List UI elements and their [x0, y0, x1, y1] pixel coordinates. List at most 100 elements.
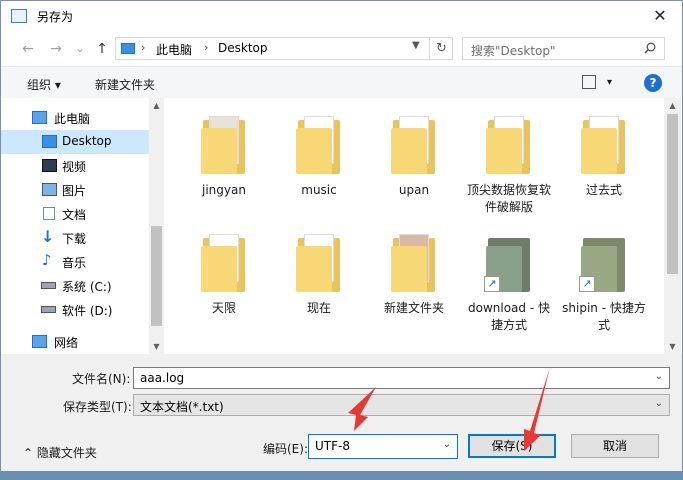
file-name: 过去式 — [585, 183, 622, 197]
up-button[interactable]: ↑ — [93, 40, 111, 58]
shortcut-icon: ↗ — [484, 232, 534, 292]
organize-button[interactable]: 组织 ▾ — [27, 76, 61, 93]
sidebar-item-drive-c[interactable]: 系统 (C:) — [1, 274, 149, 298]
folder-item[interactable]: jingyan — [179, 114, 269, 199]
shortcut-item[interactable]: ↗ shipin - 快捷方式 — [559, 232, 649, 334]
document-icon — [43, 207, 55, 220]
sidebar-item-label: 网络 — [54, 336, 79, 350]
sidebar-item-label: 视频 — [62, 160, 87, 174]
chevron-down-icon[interactable]: ▼ — [412, 40, 420, 51]
address-bar[interactable]: › 此电脑 › Desktop ▼ ↻ — [115, 37, 453, 60]
sidebar-item-downloads[interactable]: ↓ 下载 — [1, 226, 149, 250]
sidebar-item-label: 软件 (D:) — [62, 304, 113, 318]
scroll-up-icon[interactable]: ▲ — [149, 98, 164, 113]
chevron-down-icon: ⌄ — [442, 439, 451, 450]
view-dropdown-button[interactable]: ▾ — [607, 77, 612, 88]
back-button[interactable]: ← — [19, 40, 37, 58]
chevron-up-icon: ⌃ — [23, 446, 34, 460]
refresh-button[interactable]: ↻ — [429, 38, 453, 59]
computer-icon — [32, 111, 47, 124]
sidebar-item-pictures[interactable]: 图片 — [1, 178, 149, 202]
shortcut-icon: ↗ — [579, 232, 629, 292]
folder-item[interactable]: 天限 — [179, 232, 269, 317]
folder-icon — [484, 114, 534, 174]
view-options-icon[interactable] — [582, 75, 596, 89]
folder-icon — [199, 114, 249, 174]
scroll-down-icon[interactable]: ▼ — [149, 339, 164, 354]
navigation-bar: ← → ⌄ ↑ › 此电脑 › Desktop ▼ ↻ 搜索"Desktop" — [1, 32, 682, 66]
sidebar-item-documents[interactable]: 文档 — [1, 202, 149, 226]
search-input[interactable]: 搜索"Desktop" — [462, 37, 665, 60]
file-name: upan — [398, 183, 430, 197]
navigation-pane: 此电脑 Desktop 视频 图片 文档 ↓ 下载 ♪ 音乐 系统 (C:) 软… — [1, 98, 164, 354]
filetype-select[interactable]: 文本文档(*.txt) ⌄ — [133, 394, 670, 416]
breadcrumb-this-pc[interactable]: 此电脑 — [156, 41, 192, 58]
search-placeholder: 搜索"Desktop" — [471, 44, 556, 58]
computer-icon — [121, 43, 135, 54]
file-name: shipin - 快捷方式 — [562, 301, 646, 332]
close-button[interactable]: ✕ — [638, 1, 682, 32]
sidebar-item-videos[interactable]: 视频 — [1, 154, 149, 178]
folder-icon — [199, 232, 249, 292]
folder-item[interactable]: 顶尖数据恢复软件破解版 — [464, 114, 554, 216]
sidebar-item-drive-d[interactable]: 软件 (D:) — [1, 298, 149, 322]
folder-item[interactable]: music — [274, 114, 364, 199]
sidebar-item-this-pc[interactable]: 此电脑 — [1, 106, 149, 130]
hide-folders-toggle[interactable]: ⌃ 隐藏文件夹 — [23, 444, 97, 461]
filename-label: 文件名(N): — [72, 372, 131, 386]
file-name: download - 快捷方式 — [468, 301, 550, 332]
hide-folders-label: 隐藏文件夹 — [36, 446, 97, 460]
sidebar-item-label: 音乐 — [62, 256, 87, 270]
sidebar-item-label: 下载 — [62, 232, 87, 246]
sidebar-item-label: 系统 (C:) — [62, 280, 112, 294]
sidebar-item-music[interactable]: ♪ 音乐 — [1, 250, 149, 274]
folder-item[interactable]: 新建文件夹 — [369, 232, 459, 317]
new-folder-button[interactable]: 新建文件夹 — [95, 76, 155, 93]
encoding-value: UTF-8 — [315, 439, 350, 453]
help-button[interactable]: ? — [644, 74, 662, 92]
scroll-down-icon[interactable]: ▼ — [664, 339, 681, 354]
sidebar-item-desktop[interactable]: Desktop — [1, 130, 149, 154]
dialog-title: 另存为 — [37, 10, 74, 24]
sidebar-item-label: 此电脑 — [54, 112, 91, 126]
folder-icon — [389, 114, 439, 174]
scroll-up-icon[interactable]: ▲ — [664, 98, 681, 113]
music-icon: ♪ — [42, 251, 52, 269]
search-icon — [644, 42, 656, 54]
recent-locations-button[interactable]: ⌄ — [71, 40, 89, 58]
filename-input[interactable]: aaa.log ⌄ — [133, 367, 670, 389]
shortcut-item[interactable]: ↗ download - 快捷方式 — [464, 232, 554, 334]
filename-value: aaa.log — [140, 371, 185, 385]
cancel-button[interactable]: 取消 — [571, 434, 659, 458]
chevron-down-icon: ⌄ — [654, 398, 663, 409]
scrollbar-thumb[interactable] — [151, 226, 162, 326]
scrollbar-thumb[interactable] — [667, 114, 678, 274]
title-bar: 另存为 ✕ — [1, 1, 682, 32]
notepad-icon — [11, 9, 27, 23]
folder-icon — [389, 232, 439, 292]
breadcrumb-desktop[interactable]: Desktop — [218, 41, 268, 55]
file-list-scrollbar[interactable]: ▲ ▼ — [664, 98, 681, 354]
folder-icon — [294, 114, 344, 174]
picture-icon — [42, 183, 57, 196]
folder-icon — [294, 232, 344, 292]
file-name: 现在 — [306, 301, 331, 315]
folder-icon — [579, 114, 629, 174]
folder-item[interactable]: 过去式 — [559, 114, 649, 199]
filetype-label: 保存类型(T): — [63, 400, 132, 414]
sidebar-item-label: Desktop — [62, 134, 112, 148]
sidebar-item-label: 图片 — [62, 184, 87, 198]
sidebar-item-label: 文档 — [62, 208, 87, 222]
forward-button[interactable]: → — [47, 40, 65, 58]
folder-item[interactable]: upan — [369, 114, 459, 199]
encoding-label: 编码(E): — [263, 442, 308, 456]
sidebar-item-network[interactable]: 网络 — [1, 330, 149, 354]
navigation-scrollbar[interactable]: ▲ ▼ — [149, 98, 164, 354]
chevron-down-icon[interactable]: ⌄ — [655, 371, 663, 382]
file-list: jingyan music upan 顶尖数据恢复软件破解版 过去式 天限 现在 — [164, 98, 664, 354]
folder-item[interactable]: 现在 — [274, 232, 364, 317]
file-name: music — [301, 183, 337, 197]
chevron-right-icon: › — [204, 41, 209, 54]
toolbar: 组织 ▾ 新建文件夹 ▾ ? — [1, 66, 682, 98]
encoding-select[interactable]: UTF-8 ⌄ — [308, 434, 458, 459]
